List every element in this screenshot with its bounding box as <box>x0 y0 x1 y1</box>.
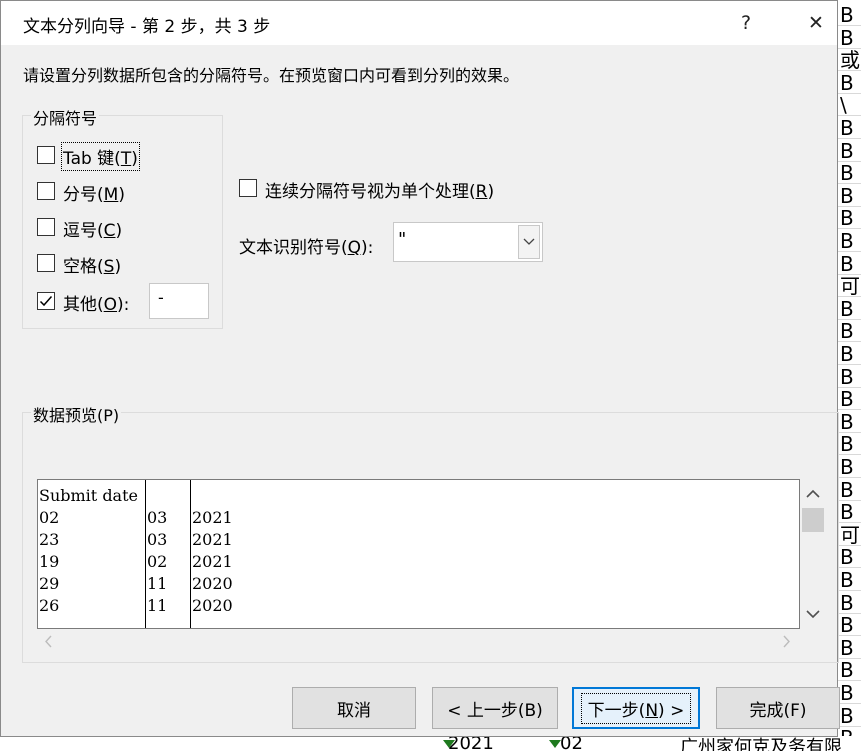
chevron-down-icon <box>523 238 535 245</box>
close-icon: ✕ <box>808 12 824 34</box>
bg-cell-text: B <box>840 455 854 479</box>
bg-cell-text: B <box>840 500 854 525</box>
scroll-right-icon[interactable] <box>782 635 791 648</box>
bg-cell-text: B <box>840 364 854 389</box>
help-button[interactable]: ? <box>723 1 769 45</box>
background-spreadsheet: BB或B\BBBBBBB可BBBBBBBBBB可BBBBBBBBB <box>838 0 861 751</box>
space-checkbox[interactable] <box>37 254 55 272</box>
bg-cell-text: 或 <box>840 48 860 73</box>
other-checkbox[interactable] <box>37 292 55 310</box>
instruction-text: 请设置分列数据所包含的分隔符号。在预览窗口内可看到分列的效果。 <box>23 66 520 85</box>
preview-vertical-scrollbar[interactable] <box>800 479 828 629</box>
bg-cell-text: B <box>840 590 854 615</box>
bg-error-marker <box>549 740 561 748</box>
column-separator[interactable] <box>145 480 146 628</box>
bg-cell-text: 广州家何克及务有限 <box>680 737 842 751</box>
bg-cell-text: B <box>840 545 854 570</box>
column-separator[interactable] <box>190 480 191 628</box>
other-checkbox-label[interactable]: 其他(O): <box>63 290 129 315</box>
bg-cell-text: B <box>840 229 854 253</box>
bg-cell-text: B <box>840 161 854 186</box>
bg-cell-text: B <box>840 25 854 50</box>
comma-checkbox[interactable] <box>37 218 55 236</box>
bg-cell-text: B <box>840 568 854 592</box>
data-preview-label: 数据预览(P) <box>31 402 122 426</box>
bg-cell-text: \ <box>840 93 847 118</box>
bg-cell-text: B <box>840 251 854 276</box>
bg-cell-text: B <box>840 138 854 163</box>
comma-checkbox-label[interactable]: 逗号(C) <box>63 216 122 241</box>
tab-checkbox[interactable] <box>37 146 55 164</box>
data-preview-grid[interactable]: Submit date 02 03 2021 23 03 2021 19 02 2021 2… <box>37 479 800 629</box>
text-qualifier-label: 文本识别符号(Q): <box>239 238 374 258</box>
bg-cell-text: B <box>840 635 854 660</box>
bg-cell-text: B <box>840 658 854 683</box>
semicolon-checkbox-label[interactable]: 分号(M) <box>63 180 125 205</box>
preview-horizontal-scrollbar[interactable] <box>37 629 800 653</box>
consecutive-delimiters-checkbox[interactable] <box>239 179 257 197</box>
bg-cell-text: B <box>840 319 854 344</box>
dropdown-button[interactable] <box>518 225 540 259</box>
checkmark-icon <box>39 296 53 307</box>
finish-button[interactable]: 完成(F) <box>716 687 840 729</box>
scroll-up-icon[interactable] <box>806 489 820 498</box>
bg-cell-text: B <box>840 477 854 502</box>
delimiters-group-label: 分隔符号 <box>31 105 100 129</box>
dialog-title: 文本分列向导 - 第 2 步，共 3 步 <box>23 17 271 37</box>
scroll-left-icon[interactable] <box>44 635 53 648</box>
tab-checkbox-label[interactable]: Tab 键(T) <box>61 142 140 171</box>
bg-cell-text: B <box>840 342 854 366</box>
bg-error-marker <box>443 740 455 748</box>
bg-cell-text: B <box>840 3 854 27</box>
bg-cell-text: B <box>840 387 854 412</box>
scroll-down-icon[interactable] <box>806 610 820 619</box>
bg-cell-text: B <box>840 296 854 321</box>
other-delimiter-input[interactable]: - <box>149 283 209 319</box>
title-bar[interactable]: 文本分列向导 - 第 2 步，共 3 步 ? ✕ <box>1 1 837 45</box>
bg-cell-text: B <box>840 703 854 728</box>
background-spreadsheet-bottom: 2021 02 广州家何克及务有限 <box>0 736 861 751</box>
close-button[interactable]: ✕ <box>793 1 839 45</box>
bg-cell-text: B <box>840 116 854 140</box>
bg-cell-text: B <box>840 183 854 208</box>
space-checkbox-label[interactable]: 空格(S) <box>63 252 121 277</box>
bg-cell-text: 可 <box>840 274 860 299</box>
bg-cell-text: B <box>840 613 854 638</box>
bg-cell-text: 02 <box>560 736 583 751</box>
next-button-label: 下一步(N) > <box>580 692 692 724</box>
bg-cell-text: B <box>840 409 854 434</box>
semicolon-checkbox[interactable] <box>37 182 55 200</box>
bg-cell-text: B <box>840 70 854 95</box>
bg-cell-text: 可 <box>840 522 860 547</box>
back-button[interactable]: < 上一步(B) <box>432 687 558 729</box>
bg-cell-text: B <box>840 432 854 457</box>
help-icon: ? <box>740 12 752 34</box>
cancel-button[interactable]: 取消 <box>292 687 416 729</box>
scroll-thumb[interactable] <box>802 508 824 532</box>
consecutive-delimiters-label[interactable]: 连续分隔符号视为单个处理(R) <box>265 177 494 202</box>
text-to-columns-dialog: 文本分列向导 - 第 2 步，共 3 步 ? ✕ 请设置分列数据所包含的分隔符号… <box>0 0 840 737</box>
text-qualifier-value: " <box>398 229 407 250</box>
bg-cell-text: B <box>840 206 854 231</box>
bg-cell-text: B <box>840 681 854 705</box>
next-button[interactable]: 下一步(N) > <box>572 687 700 729</box>
text-qualifier-select[interactable]: " <box>393 222 543 262</box>
